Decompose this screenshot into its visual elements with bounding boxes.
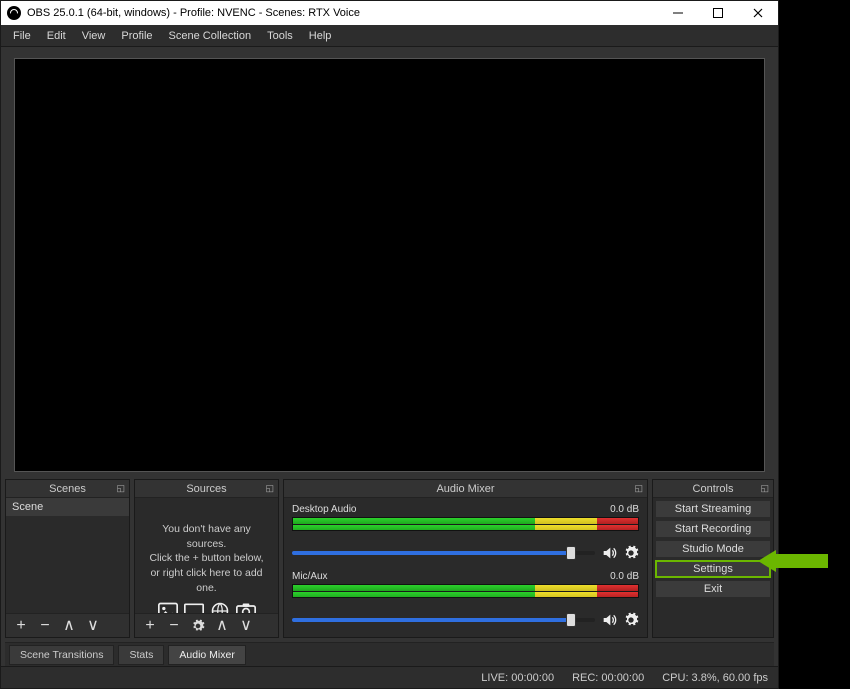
status-cpu: CPU: 3.8%, 60.00 fps	[662, 672, 768, 684]
scene-remove-button[interactable]: −	[36, 617, 54, 635]
sources-list[interactable]: You don't have any sources. Click the + …	[135, 498, 278, 613]
audio-channel-desktop: Desktop Audio 0.0 dB -60-55-50-45-40-35-…	[292, 504, 639, 561]
display-source-icon	[183, 601, 205, 613]
channel-meter: -60-55-50-45-40-35-30-25-20-15-10-50	[292, 584, 639, 598]
status-live: LIVE: 00:00:00	[481, 672, 554, 684]
volume-slider-thumb[interactable]	[566, 546, 576, 560]
audio-mixer-popout-icon[interactable]: ◱	[634, 483, 643, 494]
scene-up-button[interactable]: ∧	[60, 617, 78, 635]
scenes-panel: Scenes ◱ Scene + − ∧ ∨	[5, 479, 130, 638]
audio-channel-mic: Mic/Aux 0.0 dB -60-55-50-45-40-35-30-25-…	[292, 571, 639, 628]
window-close-button[interactable]	[738, 1, 778, 25]
menu-profile[interactable]: Profile	[113, 27, 160, 45]
menu-edit[interactable]: Edit	[39, 27, 74, 45]
browser-source-icon	[209, 601, 231, 613]
image-source-icon	[157, 601, 179, 613]
exit-button[interactable]: Exit	[655, 580, 771, 598]
status-bar: LIVE: 00:00:00 REC: 00:00:00 CPU: 3.8%, …	[1, 666, 778, 688]
channel-name: Desktop Audio	[292, 504, 357, 515]
sources-panel: Sources ◱ You don't have any sources. Cl…	[134, 479, 279, 638]
scene-item[interactable]: Scene	[6, 498, 129, 516]
preview-canvas[interactable]	[15, 59, 764, 471]
volume-slider-thumb[interactable]	[566, 613, 576, 627]
scenes-list[interactable]: Scene	[6, 498, 129, 613]
studio-mode-button[interactable]: Studio Mode	[655, 540, 771, 558]
scenes-popout-icon[interactable]: ◱	[116, 483, 125, 494]
lower-dock-area: Scenes ◱ Scene + − ∧ ∨ Sources ◱ You don…	[1, 479, 778, 638]
tab-stats[interactable]: Stats	[118, 645, 164, 665]
window-titlebar: OBS 25.0.1 (64-bit, windows) - Profile: …	[1, 1, 778, 25]
controls-panel-title: Controls	[693, 483, 734, 495]
source-gear-button[interactable]	[189, 617, 207, 635]
menu-file[interactable]: File	[5, 27, 39, 45]
channel-meter: -60-55-50-45-40-35-30-25-20-15-10-50	[292, 517, 639, 531]
tab-audio-mixer[interactable]: Audio Mixer	[168, 645, 245, 665]
settings-button[interactable]: Settings	[655, 560, 771, 578]
sources-panel-header[interactable]: Sources ◱	[135, 480, 278, 498]
obs-main-window: OBS 25.0.1 (64-bit, windows) - Profile: …	[0, 0, 779, 689]
sources-toolbar: + − ∧ ∨	[135, 613, 278, 637]
channel-settings-button[interactable]	[623, 545, 639, 561]
audio-mixer-header[interactable]: Audio Mixer ◱	[284, 480, 647, 498]
mute-button[interactable]	[601, 545, 617, 561]
menu-tools[interactable]: Tools	[259, 27, 301, 45]
sources-empty-line3: or right click here to add one.	[143, 566, 270, 595]
controls-body: Start Streaming Start Recording Studio M…	[653, 498, 773, 600]
window-title: OBS 25.0.1 (64-bit, windows) - Profile: …	[27, 7, 658, 19]
menu-bar: File Edit View Profile Scene Collection …	[1, 25, 778, 47]
audio-mixer-title: Audio Mixer	[436, 483, 494, 495]
obs-app-icon	[7, 6, 21, 20]
scenes-toolbar: + − ∧ ∨	[6, 613, 129, 637]
sources-empty-line1: You don't have any sources.	[143, 522, 270, 551]
channel-name: Mic/Aux	[292, 571, 328, 582]
scenes-panel-title: Scenes	[49, 483, 86, 495]
controls-panel: Controls ◱ Start Streaming Start Recordi…	[652, 479, 774, 638]
scene-add-button[interactable]: +	[12, 617, 30, 635]
menu-scene-collection[interactable]: Scene Collection	[161, 27, 260, 45]
controls-panel-header[interactable]: Controls ◱	[653, 480, 773, 498]
window-maximize-button[interactable]	[698, 1, 738, 25]
channel-db: 0.0 dB	[610, 571, 639, 582]
dock-tabs: Scene Transitions Stats Audio Mixer	[5, 642, 774, 666]
volume-slider[interactable]	[292, 618, 595, 622]
sources-empty-line2: Click the + button below,	[143, 551, 270, 566]
source-remove-button[interactable]: −	[165, 617, 183, 635]
scenes-panel-header[interactable]: Scenes ◱	[6, 480, 129, 498]
source-up-button[interactable]: ∧	[213, 617, 231, 635]
tab-scene-transitions[interactable]: Scene Transitions	[9, 645, 114, 665]
scene-down-button[interactable]: ∨	[84, 617, 102, 635]
start-streaming-button[interactable]: Start Streaming	[655, 500, 771, 518]
sources-panel-title: Sources	[186, 483, 226, 495]
menu-help[interactable]: Help	[301, 27, 340, 45]
channel-settings-button[interactable]	[623, 612, 639, 628]
source-down-button[interactable]: ∨	[237, 617, 255, 635]
sources-hint-icons	[143, 601, 270, 613]
start-recording-button[interactable]: Start Recording	[655, 520, 771, 538]
audio-mixer-body: Desktop Audio 0.0 dB -60-55-50-45-40-35-…	[284, 498, 647, 637]
audio-mixer-panel: Audio Mixer ◱ Desktop Audio 0.0 dB	[283, 479, 648, 638]
camera-source-icon	[235, 601, 257, 613]
mute-button[interactable]	[601, 612, 617, 628]
status-rec: REC: 00:00:00	[572, 672, 644, 684]
window-minimize-button[interactable]	[658, 1, 698, 25]
sources-empty-hint: You don't have any sources. Click the + …	[135, 498, 278, 613]
menu-view[interactable]: View	[74, 27, 114, 45]
source-add-button[interactable]: +	[141, 617, 159, 635]
channel-db: 0.0 dB	[610, 504, 639, 515]
volume-slider[interactable]	[292, 551, 595, 555]
sources-popout-icon[interactable]: ◱	[265, 483, 274, 494]
controls-popout-icon[interactable]: ◱	[760, 483, 769, 494]
preview-container	[1, 47, 778, 479]
